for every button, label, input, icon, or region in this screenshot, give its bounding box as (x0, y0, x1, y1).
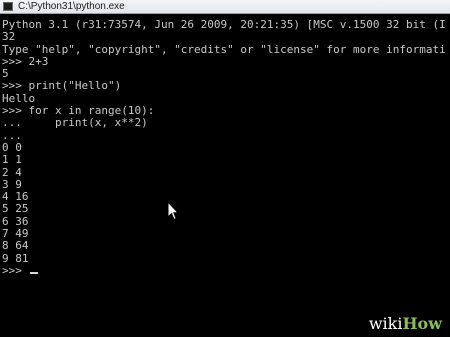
console-app-icon (3, 2, 13, 11)
console-line: 8 64 (2, 239, 29, 253)
console-prompt: >>> (2, 263, 29, 277)
window-titlebar[interactable]: C:\Python31\python.exe (0, 0, 450, 14)
console-line: 4 16 (2, 190, 29, 204)
console-line: 3 9 (2, 177, 22, 191)
console-line: Type "help", "copyright", "credits" or "… (2, 42, 446, 56)
window-title: C:\Python31\python.exe (18, 1, 125, 12)
mouse-pointer-icon (167, 201, 179, 221)
text-cursor (29, 271, 38, 274)
wikihow-watermark: wikiHow (360, 313, 448, 335)
console-line: ... print(x, x**2) (2, 116, 148, 130)
console-line: 32 (2, 30, 16, 44)
console-prompt-line[interactable]: >>> (2, 263, 446, 277)
console-line: >>> 2+3 (2, 54, 49, 68)
watermark-wiki-text: wiki (368, 314, 403, 333)
console-line: 1 1 (2, 153, 22, 167)
console-line: >>> print("Hello") (2, 79, 122, 93)
console-line: 0 0 (2, 140, 22, 154)
console-line: 2 4 (2, 165, 22, 179)
console-line: 7 49 (2, 227, 29, 241)
console-line: 5 25 (2, 202, 29, 216)
console-line: 6 36 (2, 214, 29, 228)
console-line: ... (2, 128, 22, 142)
console-output[interactable]: Python 3.1 (r31:73574, Jun 26 2009, 20:2… (0, 15, 446, 337)
console-line: Python 3.1 (r31:73574, Jun 26 2009, 20:2… (2, 18, 446, 31)
watermark-how-text: How (402, 314, 442, 333)
console-line: 9 81 (2, 251, 29, 265)
